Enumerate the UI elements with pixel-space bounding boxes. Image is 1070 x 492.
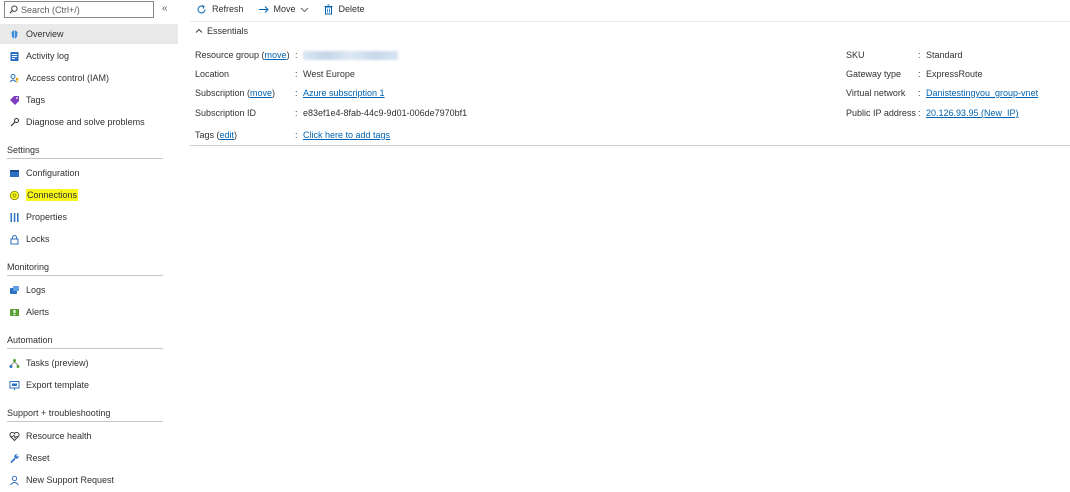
public-ip-link[interactable]: 20.126.93.95 (New_IP) [926, 108, 1019, 118]
subscription-link[interactable]: Azure subscription 1 [303, 88, 385, 98]
sidebar-item-new-support-request[interactable]: New Support Request [0, 470, 178, 490]
virtual-network-label: Virtual network [846, 88, 906, 98]
section-monitoring: Monitoring [7, 262, 163, 276]
sidebar-item-resource-health[interactable]: Resource health [0, 426, 178, 446]
sku-label: SKU [846, 50, 865, 60]
sidebar-item-configuration[interactable]: Configuration [0, 163, 178, 183]
sidebar-item-label: New Support Request [26, 475, 115, 485]
resource-group-value-redacted[interactable] [303, 50, 398, 61]
essentials-title: Essentials [207, 26, 249, 36]
location-row: Location [195, 69, 229, 79]
sidebar-item-label: Tags [26, 95, 46, 105]
delete-button[interactable]: Delete [323, 4, 365, 15]
subscription-label: Subscription [195, 88, 245, 98]
connections-icon [9, 190, 20, 200]
sidebar-item-alerts[interactable]: Alerts [0, 302, 178, 322]
sidebar-item-logs[interactable]: Logs [0, 280, 178, 300]
sidebar-item-label: Alerts [26, 307, 50, 317]
wrench-icon [10, 117, 19, 126]
arrow-right-icon [258, 5, 269, 13]
sidebar-item-access-control[interactable]: Access control (IAM) [0, 68, 178, 88]
sidebar-item-label: Diagnose and solve problems [26, 117, 145, 127]
sidebar-item-label: Connections [26, 189, 79, 201]
resource-group-label: Resource group [195, 50, 260, 60]
sidebar-item-label: Configuration [26, 168, 80, 178]
trash-icon [324, 4, 333, 14]
essentials-toggle[interactable]: Essentials [195, 26, 248, 36]
refresh-button[interactable]: Refresh [196, 4, 244, 15]
resource-group-move-link[interactable]: move [265, 50, 287, 60]
search-input[interactable] [21, 4, 141, 15]
heart-icon [9, 431, 20, 441]
subscription-move-link[interactable]: move [250, 88, 272, 98]
iam-icon [9, 73, 19, 83]
section-automation: Automation [7, 335, 163, 349]
delete-label: Delete [338, 4, 365, 14]
sidebar-item-diagnose[interactable]: Diagnose and solve problems [0, 112, 178, 132]
tags-edit-link[interactable]: edit [220, 130, 235, 140]
divider [190, 21, 1070, 22]
refresh-label: Refresh [212, 4, 244, 14]
sidebar-item-label: Activity log [26, 51, 70, 61]
sidebar-item-connections[interactable]: Connections [0, 185, 178, 205]
command-bar: Refresh Move Delete [190, 0, 379, 18]
sidebar: « Overview Activity log Access control (… [0, 0, 178, 492]
sidebar-item-export-template[interactable]: Export template [0, 375, 178, 395]
tasks-icon [9, 358, 20, 368]
sidebar-item-label: Resource health [26, 431, 92, 441]
sidebar-item-locks[interactable]: Locks [0, 229, 178, 249]
add-tags-link[interactable]: Click here to add tags [303, 130, 390, 140]
tag-icon [10, 95, 19, 105]
alerts-icon [10, 308, 19, 316]
wrench-icon [10, 453, 19, 463]
refresh-icon [197, 4, 206, 13]
sku-value: Standard [926, 50, 963, 60]
sidebar-item-reset[interactable]: Reset [0, 448, 178, 468]
sidebar-item-label: Access control (IAM) [26, 73, 110, 83]
sidebar-item-properties[interactable]: Properties [0, 207, 178, 227]
configuration-icon [10, 169, 19, 177]
subscription-id-value: e83ef1e4-8fab-44c9-9d01-006de7970bf1 [303, 108, 468, 118]
overview-icon [11, 29, 18, 39]
chevron-down-icon [300, 7, 308, 12]
sidebar-item-tasks[interactable]: Tasks (preview) [0, 353, 178, 373]
gateway-type-label: Gateway type [846, 69, 902, 79]
sidebar-item-overview[interactable]: Overview [0, 24, 178, 44]
support-person-icon [10, 475, 19, 485]
collapse-sidebar-button[interactable]: « [162, 3, 168, 14]
subscription-id-label: Subscription ID [195, 108, 257, 118]
sidebar-item-label: Properties [26, 212, 68, 222]
properties-icon [10, 212, 19, 222]
move-label: Move [273, 4, 296, 14]
location-value: West Europe [303, 69, 355, 79]
essentials-divider [190, 145, 1070, 146]
move-button[interactable]: Move [258, 4, 309, 15]
section-settings: Settings [7, 145, 163, 159]
activity-log-icon [10, 51, 19, 61]
sidebar-item-tags[interactable]: Tags [0, 90, 178, 110]
tags-row: Tags (edit) [195, 130, 238, 140]
search-box[interactable] [4, 1, 154, 18]
sidebar-item-label: Reset [26, 453, 50, 463]
virtual-network-link[interactable]: Danistestingyou_group-vnet [926, 88, 1038, 98]
logs-icon [10, 285, 19, 294]
sidebar-item-label: Overview [26, 29, 64, 39]
tags-label: Tags [195, 130, 215, 140]
location-label: Location [195, 69, 230, 79]
sidebar-item-label: Tasks (preview) [26, 358, 89, 368]
export-template-icon [9, 380, 20, 390]
sidebar-item-label: Export template [26, 380, 90, 390]
sidebar-item-activity-log[interactable]: Activity log [0, 46, 178, 66]
sidebar-item-label: Locks [26, 234, 50, 244]
lock-icon [10, 234, 19, 244]
subscription-row: Subscription (move) [195, 88, 276, 98]
search-icon [9, 5, 18, 14]
chevron-up-icon [195, 28, 203, 33]
resource-group-row: Resource group (move) [195, 50, 290, 60]
public-ip-label: Public IP address [846, 108, 916, 118]
gateway-type-value: ExpressRoute [926, 69, 983, 79]
sidebar-item-label: Logs [26, 285, 46, 295]
subscription-id-row: Subscription ID [195, 108, 256, 118]
section-support: Support + troubleshooting [7, 408, 163, 422]
